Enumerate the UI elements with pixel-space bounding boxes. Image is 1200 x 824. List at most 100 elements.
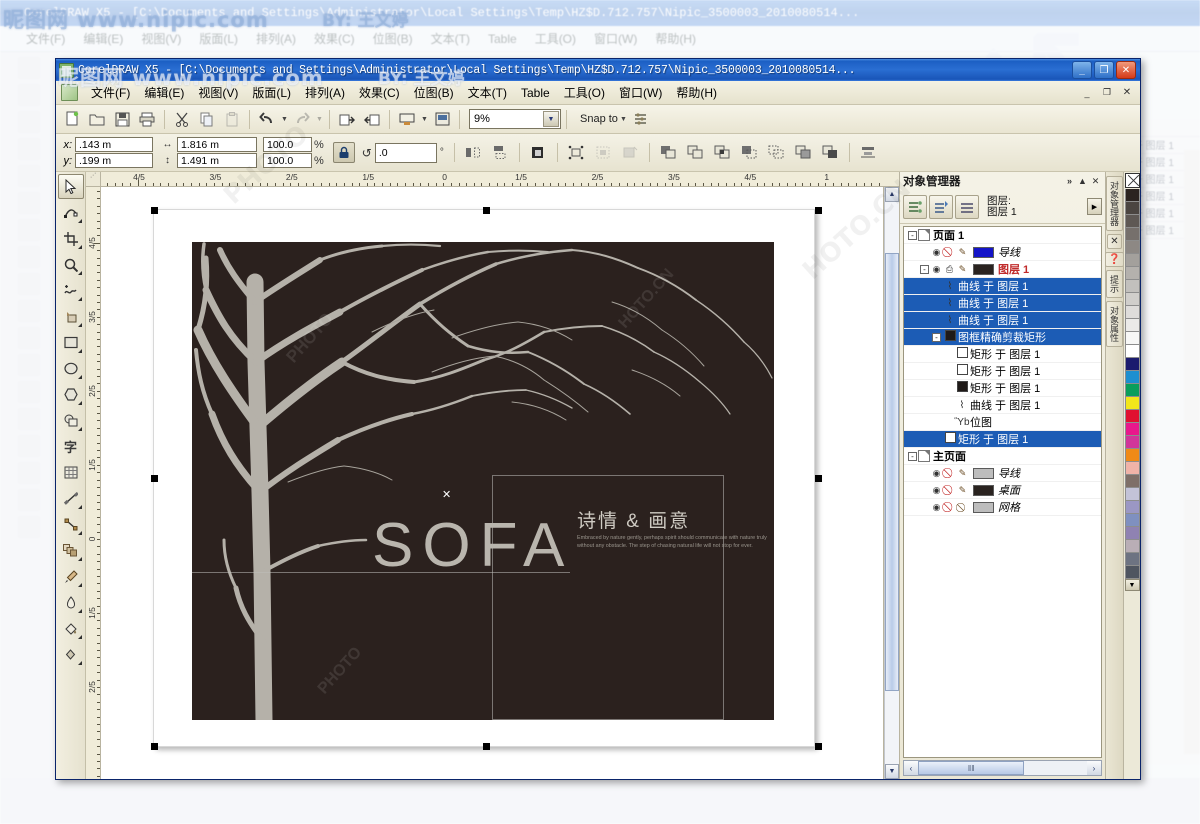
selection-handle[interactable] <box>815 743 822 750</box>
tab-hints[interactable]: 提示 <box>1106 270 1123 298</box>
vertical-scrollbar[interactable]: ▲ ▼ <box>884 187 899 779</box>
create-boundary-icon[interactable] <box>818 141 843 165</box>
mirror-horizontal-icon[interactable] <box>461 141 486 165</box>
crop-tool[interactable] <box>58 226 84 251</box>
weld-icon[interactable] <box>656 141 681 165</box>
dimension-tool[interactable] <box>58 486 84 511</box>
color-swatch[interactable] <box>1124 345 1140 358</box>
zoom-level-combobox[interactable]: 9% ▼ <box>469 109 561 129</box>
close-button[interactable]: ✕ <box>1116 61 1136 79</box>
doc-minimize-button[interactable]: _ <box>1078 85 1096 101</box>
launcher-dropdown-icon[interactable]: ▼ <box>420 108 429 130</box>
docker-expand-icon[interactable]: » <box>1063 176 1076 186</box>
undo-icon[interactable] <box>255 108 279 131</box>
lock-edit-icon[interactable]: ⃠ <box>956 502 969 513</box>
docker-scroll-right-button[interactable]: › <box>1087 761 1101 775</box>
docker-collapse-icon[interactable]: ▲ <box>1076 176 1089 186</box>
mirror-vertical-icon[interactable] <box>488 141 513 165</box>
menu-item-edit[interactable]: 编辑(E) <box>137 82 191 103</box>
visibility-eye-icon[interactable]: ◉ <box>930 468 943 479</box>
import-icon[interactable] <box>335 108 359 131</box>
no-print-icon[interactable]: ⃠ <box>943 247 956 258</box>
new-document-icon[interactable] <box>60 108 84 131</box>
object-height-input[interactable]: 1.491 m <box>177 153 257 168</box>
edit-pencil-icon[interactable]: ✎ <box>956 485 969 496</box>
selection-handle[interactable] <box>815 475 822 482</box>
selection-handle[interactable] <box>151 743 158 750</box>
docker-scroll-left-button[interactable]: ‹ <box>904 761 918 775</box>
fill-tool[interactable] <box>58 616 84 641</box>
tree-row[interactable]: 矩形 于 图层 1 <box>904 380 1101 397</box>
selection-handle[interactable] <box>151 475 158 482</box>
tree-row[interactable]: 矩形 于 图层 1 <box>904 431 1101 448</box>
color-swatch[interactable] <box>1124 423 1140 436</box>
tree-expander-icon[interactable]: - <box>907 230 918 240</box>
convert-to-curves-icon[interactable] <box>564 141 589 165</box>
front-minus-back-icon[interactable] <box>764 141 789 165</box>
save-document-icon[interactable] <box>110 108 134 131</box>
freehand-tool[interactable] <box>58 278 84 303</box>
color-swatch[interactable] <box>1124 514 1140 527</box>
menu-item-effects[interactable]: 效果(C) <box>352 82 407 103</box>
doc-restore-button[interactable]: ❐ <box>1098 85 1116 101</box>
zoom-tool[interactable] <box>58 252 84 277</box>
expander-box[interactable]: - <box>908 451 917 461</box>
color-swatch[interactable] <box>1124 527 1140 540</box>
horizontal-ruler[interactable]: 4/53/52/51/501/52/53/54/51meters <box>101 172 884 187</box>
tree-expander-icon[interactable]: - <box>919 264 930 274</box>
print-icon[interactable] <box>135 108 159 131</box>
layer-color-chip[interactable] <box>973 246 994 258</box>
tab-object-manager[interactable]: 对象管理器 <box>1106 176 1123 231</box>
table-tool[interactable] <box>58 460 84 485</box>
tree-expander-icon[interactable]: - <box>907 451 918 461</box>
tree-row[interactable]: - ◉ ⎙ ✎ 图层 1 <box>904 261 1101 278</box>
vertical-scroll-thumb[interactable] <box>885 252 899 691</box>
trim-icon[interactable] <box>683 141 708 165</box>
menu-item-arrange[interactable]: 排列(A) <box>298 82 352 103</box>
connector-tool[interactable] <box>58 512 84 537</box>
tree-row[interactable]: ◉⃠✎ 导线 <box>904 244 1101 261</box>
color-swatch[interactable] <box>1124 475 1140 488</box>
color-swatch[interactable] <box>1124 371 1140 384</box>
no-print-icon[interactable]: ⃠ <box>943 468 956 479</box>
docker-scroll-thumb[interactable]: ‖‖ <box>918 761 1025 775</box>
color-swatch[interactable] <box>1124 540 1140 553</box>
color-swatch[interactable] <box>1124 319 1140 332</box>
color-swatch[interactable] <box>1124 488 1140 501</box>
color-swatch[interactable] <box>1124 306 1140 319</box>
tree-row[interactable]: ◉⃠✎ 桌面 <box>904 482 1101 499</box>
color-swatch[interactable] <box>1124 189 1140 202</box>
y-position-input[interactable]: .199 m <box>75 153 153 168</box>
vertical-ruler[interactable]: 4/5 3/5 2/5 1/5 0 1/5 2/5 <box>86 187 101 779</box>
chevron-down-icon[interactable]: ▼ <box>543 111 559 127</box>
maximize-button[interactable]: ❐ <box>1094 61 1114 79</box>
polygon-tool[interactable] <box>58 382 84 407</box>
expander-box[interactable]: - <box>932 332 941 342</box>
export-icon[interactable] <box>360 108 384 131</box>
text-wrap-icon[interactable] <box>591 141 616 165</box>
tree-row[interactable]: ◉⃠⃠ 网格 <box>904 499 1101 516</box>
scale-horizontal-input[interactable]: 100.0 <box>263 137 312 152</box>
tree-row[interactable]: Ὓb 位图 <box>904 414 1101 431</box>
edit-pencil-icon[interactable]: ✎ <box>956 264 969 275</box>
docker-scroll-track[interactable]: ‖‖ <box>918 761 1087 775</box>
selection-handle[interactable] <box>151 207 158 214</box>
artwork-bitmap[interactable]: SOFA 诗情 & 画意 Embraced by nature gently, … <box>192 242 774 720</box>
selection-handle[interactable] <box>483 207 490 214</box>
color-swatch[interactable] <box>1124 293 1140 306</box>
edit-pencil-icon[interactable]: ✎ <box>956 468 969 479</box>
color-swatch[interactable] <box>1124 462 1140 475</box>
options-icon[interactable] <box>430 108 454 131</box>
color-swatch[interactable] <box>1124 553 1140 566</box>
expander-box[interactable]: - <box>920 264 929 274</box>
visibility-eye-icon[interactable]: ◉ <box>930 247 943 258</box>
back-minus-front-icon[interactable] <box>791 141 816 165</box>
menu-item-layout[interactable]: 版面(L) <box>245 82 298 103</box>
color-swatch[interactable] <box>1124 228 1140 241</box>
menu-item-bitmaps[interactable]: 位图(B) <box>407 82 461 103</box>
basic-shapes-tool[interactable] <box>58 408 84 433</box>
smart-fill-tool[interactable] <box>58 304 84 329</box>
options-dialog-icon[interactable] <box>629 108 653 131</box>
ellipse-tool[interactable] <box>58 356 84 381</box>
docker-horizontal-scrollbar[interactable]: ‹ ‖‖ › <box>903 760 1102 776</box>
